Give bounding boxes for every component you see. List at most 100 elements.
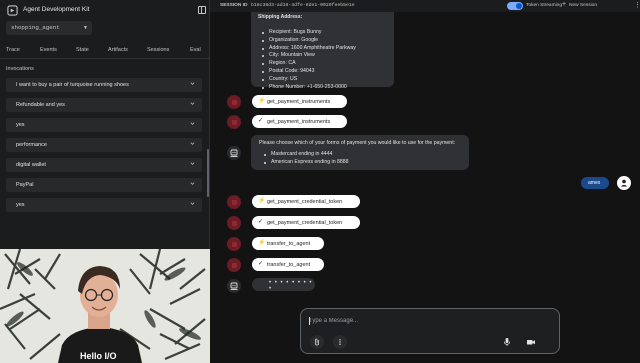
new-session-button[interactable]: New Session [569,3,597,8]
shipping-line: City: Mountain View [262,52,356,60]
robot-icon [230,149,238,157]
bolt-icon: ⚡ [258,240,266,246]
invocation-item[interactable]: digital wallet [6,158,202,172]
shipping-list: Recipient: Bugs Bunny Organization: Goog… [262,29,356,91]
invocation-text: yes [16,122,25,128]
agent-icon [231,262,237,268]
more-vert-icon [339,339,341,345]
shipping-address-message: Shipping Address: Recipient: Bugs Bunny … [251,12,394,90]
session-id-label: SESSION ID [220,3,248,8]
chevron-down-icon [190,102,195,105]
invocation-text: performance [16,142,47,148]
shipping-line: Phone Number: +1-650-253-0000 [262,84,356,92]
more-vert-icon[interactable]: ⋮ [634,1,640,9]
invocation-text: Refundable and yes [16,102,65,108]
function-response-pill[interactable]: ✓ get_payment_credential_token [252,216,360,229]
robot-icon [230,282,238,290]
check-icon: ✓ [258,261,264,267]
function-response-label: transfer_to_agent [267,261,311,268]
function-call-pill[interactable]: ⚡ get_payment_instruments [252,95,347,108]
tab-trace[interactable]: Trace [6,47,20,53]
shipping-line: Region: CA [262,60,356,68]
agent-icon [231,119,237,125]
function-response-pill[interactable]: ✓ transfer_to_agent [252,258,324,271]
shipping-line: Recipient: Bugs Bunny [262,29,356,37]
agent-icon [231,199,237,205]
agent-icon [231,220,237,226]
chevron-down-icon [190,82,195,85]
session-id-value: b18c38d3-ad16-4dfe-8de1-0020feeb5e1e [251,3,355,8]
app-title: Agent Development Kit [23,6,90,13]
invocation-item[interactable]: PayPal [6,178,202,192]
function-response-pill[interactable]: ✓ get_payment_instruments [252,115,347,128]
sidebar-scrollbar[interactable] [207,149,209,197]
more-options-button[interactable] [333,335,347,349]
agent-select[interactable]: shopping_agent ▼ [6,21,92,35]
tab-artifacts[interactable]: Artifacts [108,47,128,53]
function-response-label: get_payment_credential_token [267,219,343,226]
agent-name: shopping_agent [11,24,60,31]
function-call-pill[interactable]: ⚡ get_payment_credential_token [252,195,360,208]
agent-avatar [227,195,241,209]
message-input[interactable] [309,316,549,326]
person-icon [620,179,628,187]
invocation-text: yes [16,202,25,208]
videocam-icon[interactable] [526,337,536,347]
tabs-divider [0,58,210,59]
tab-state[interactable]: State [76,47,89,53]
token-streaming-toggle[interactable] [507,2,523,10]
app-root: Agent Development Kit shopping_agent ▼ T… [0,0,640,363]
invocation-text: PayPal [16,182,34,188]
attach-button[interactable] [310,335,324,349]
bolt-icon: ⚡ [258,198,266,204]
agent-avatar [227,216,241,230]
chevron-down-icon [190,142,195,145]
function-call-label: transfer_to_agent [267,240,311,247]
session-bar: SESSION ID b18c38d3-ad16-4dfe-8de1-0020f… [210,0,640,12]
sidebar-tabs: Trace Events State Artifacts Sessions Ev… [0,44,210,58]
function-call-label: get_payment_instruments [267,98,331,105]
function-response-label: get_payment_instruments [267,118,331,125]
agent-avatar [227,115,241,129]
shipping-title: Shipping Address: [258,14,303,20]
bot-avatar [227,279,241,293]
tab-eval[interactable]: Eval [190,47,201,53]
shipping-line: Country: US [262,76,356,84]
typing-dots: • • • • • • • • • [269,280,313,292]
adk-logo-icon [7,5,18,16]
function-call-pill[interactable]: ⚡ transfer_to_agent [252,237,324,250]
chevron-down-icon [190,182,195,185]
function-call-label: get_payment_credential_token [267,198,343,205]
chevron-down-icon [190,202,195,205]
toggle-panel-icon[interactable] [198,6,206,14]
tab-sessions[interactable]: Sessions [147,47,169,53]
invocation-item[interactable]: yes [6,118,202,132]
agent-avatar [227,258,241,272]
shipping-line: Postal Code: 94043 [262,68,356,76]
payment-options-list: Mastercard ending in 4444 American Expre… [264,151,349,167]
token-streaming-label: Token Streaming [526,3,562,8]
tab-events[interactable]: Events [40,47,57,53]
caret-down-icon: ▼ [83,25,88,31]
payment-prompt-message: Please choose which of your forms of pay… [251,135,469,170]
invocation-text: digital wallet [16,162,46,168]
plus-icon[interactable]: + [562,1,566,8]
paperclip-icon [315,338,319,346]
microphone-icon[interactable] [502,337,512,347]
payment-prompt-text: Please choose which of your forms of pay… [259,140,456,146]
agent-icon [231,99,237,105]
bolt-icon: ⚡ [258,98,266,104]
webcam-video: Hello I/O [0,249,210,363]
agent-icon [231,241,237,247]
invocation-item[interactable]: yes [6,198,202,212]
invocation-item[interactable]: Refundable and yes [6,98,202,112]
user-message-text: amex [588,180,601,186]
invocation-item[interactable]: performance [6,138,202,152]
shipping-line: Address: 1600 Amphitheatre Parkway [262,45,356,53]
payment-option: Mastercard ending in 4444 [264,151,349,159]
invocations-label: Invocations [6,66,34,72]
chevron-down-icon [190,162,195,165]
invocation-text: I want to buy a pair of turquoise runnin… [16,82,129,88]
user-avatar [617,176,631,190]
invocation-item[interactable]: I want to buy a pair of turquoise runnin… [6,78,202,92]
